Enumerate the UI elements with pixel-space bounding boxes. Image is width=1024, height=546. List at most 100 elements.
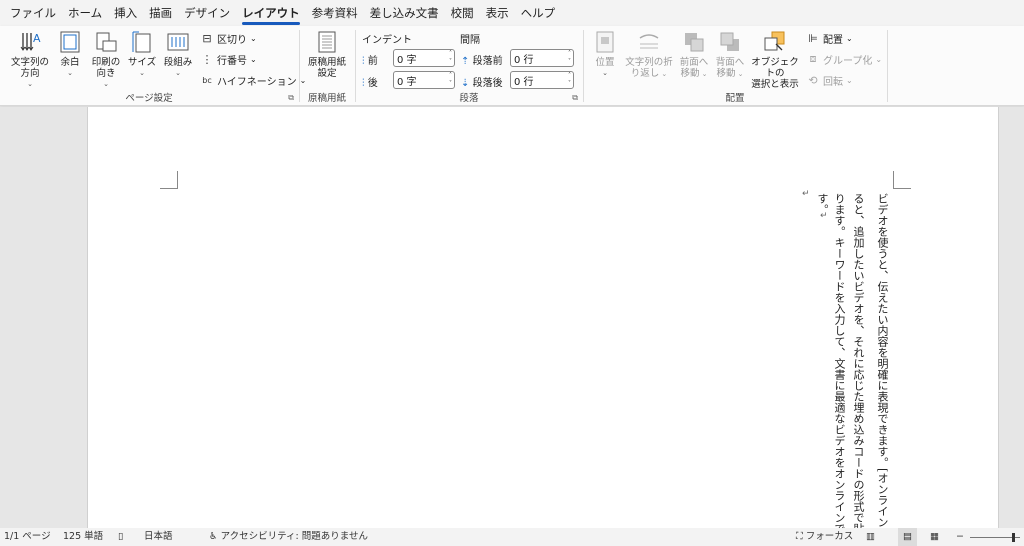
orientation-label-1: 印刷の <box>91 57 121 68</box>
align-label: 配置 <box>823 34 843 46</box>
chevron-down-icon: ⌄ <box>699 70 708 78</box>
orientation-label-2: 向き <box>96 68 116 79</box>
selection-pane-button[interactable]: オブジェクトの 選択と表示 <box>748 29 802 90</box>
spinner-arrows-icon[interactable]: ˄ ˅ <box>449 72 452 88</box>
chevron-down-icon: ⌄ <box>139 69 145 77</box>
word-count[interactable]: 125 単語 <box>63 528 103 546</box>
chevron-down-icon: ⌄ <box>875 54 883 64</box>
manuscript-icon <box>305 29 349 55</box>
paragraph-mark-icon: ↵ <box>820 211 828 221</box>
group-paragraph: インデント 間隔 ⫶ 前 0 字 ˄ ˅ ⫶ 後 0 字 ˄ ˅ ⇡ 段落前 0 行 ˄ ˅… <box>356 26 582 106</box>
status-bar: 1/1 ページ 125 単語 ▯ 日本語 ♿ アクセシビリティ: 問題ありません… <box>0 528 1024 546</box>
selection-pane-label-1: オブジェクトの <box>751 57 799 79</box>
tab-review[interactable]: 校閲 <box>445 0 480 26</box>
spacing-before-input[interactable]: 0 行 ˄ ˅ <box>510 49 574 67</box>
manuscript-settings-label-1: 原稿用紙 <box>307 57 346 68</box>
tab-view[interactable]: 表示 <box>480 0 515 26</box>
text-direction-button[interactable]: A 文字列の 方向 ⌄ <box>8 29 52 89</box>
tab-design[interactable]: デザイン <box>178 0 236 26</box>
hyphenation-button[interactable]: bc ハイフネーション ⌄ <box>200 71 306 89</box>
chevron-down-icon: ⌄ <box>846 75 853 85</box>
text-line[interactable]: ビデオを使うと、伝えたい内容を明確に表現できます。[オンラインビ <box>872 193 892 528</box>
focus-label: フォーカス <box>805 531 854 542</box>
document-canvas[interactable]: ビデオを使うと、伝えたい内容を明確に表現できます。[オンラインビ ると、追加した… <box>0 107 1024 528</box>
line-numbers-button[interactable]: ⋮ 行番号 ⌄ <box>200 50 257 68</box>
indent-after-label: ⫶ 後 <box>362 74 378 89</box>
margins-button[interactable]: 余白 ⌄ <box>54 29 86 89</box>
page-count[interactable]: 1/1 ページ <box>4 528 51 546</box>
manuscript-settings-button[interactable]: 原稿用紙 設定 <box>305 29 349 89</box>
spinner-arrows-icon[interactable]: ˄ ˅ <box>568 72 571 88</box>
bring-forward-icon <box>676 29 712 55</box>
position-button[interactable]: 位置 ⌄ <box>588 29 622 89</box>
size-button[interactable]: サイズ ⌄ <box>126 29 158 89</box>
margin-corner-top-right <box>893 171 911 189</box>
columns-label: 段組み <box>163 57 193 68</box>
focus-button[interactable]: ⛶ フォーカス <box>796 528 853 546</box>
send-backward-icon <box>712 29 748 55</box>
wrap-text-icon <box>624 29 674 55</box>
line-numbers-icon: ⋮ <box>201 52 213 66</box>
dialog-launcher-icon[interactable]: ⧉ <box>288 93 294 103</box>
dialog-launcher-icon[interactable]: ⧉ <box>572 93 578 103</box>
zoom-out-icon[interactable]: − <box>956 528 964 546</box>
accessibility-status[interactable]: ♿ アクセシビリティ: 問題ありません <box>209 528 368 546</box>
spacing-before-value: 0 行 <box>514 54 534 66</box>
tab-draw[interactable]: 描画 <box>143 0 178 26</box>
indent-left-icon: ⫶ <box>362 56 365 67</box>
group-button[interactable]: ⧈ グループ化 ⌄ <box>806 50 883 68</box>
chevron-down-icon: ⌄ <box>250 33 257 43</box>
document-page[interactable]: ビデオを使うと、伝えたい内容を明確に表現できます。[オンラインビ ると、追加した… <box>87 107 999 528</box>
tab-home[interactable]: ホーム <box>62 0 108 26</box>
group-label: グループ化 <box>823 55 873 67</box>
spacing-after-input[interactable]: 0 行 ˄ ˅ <box>510 71 574 89</box>
group-arrange: 位置 ⌄ 文字列の折 り返し ⌄ 前面へ 移動 ⌄ 背面へ 移動 ⌄ オブジェク… <box>584 26 886 106</box>
text-line[interactable]: す。 <box>812 193 832 528</box>
accessibility-text: アクセシビリティ: 問題ありません <box>220 531 368 542</box>
indent-before-text: 前 <box>367 56 378 67</box>
ribbon: A 文字列の 方向 ⌄ 余白 ⌄ 印刷の 向き ⌄ サイズ ⌄ 段組み ⌄ ⊟ … <box>0 26 1024 106</box>
position-label: 位置 <box>595 57 615 68</box>
breaks-button[interactable]: ⊟ 区切り ⌄ <box>200 29 257 47</box>
text-line[interactable]: ります。キーワードを入力して、文書に最適なビデオをオンラインで <box>829 193 849 528</box>
chevron-down-icon: ⌄ <box>175 69 181 77</box>
language-indicator[interactable]: 日本語 <box>144 528 173 546</box>
rotate-button[interactable]: ⟲ 回転 ⌄ <box>806 71 853 89</box>
bring-forward-label-1: 前面へ <box>679 57 709 68</box>
send-backward-button[interactable]: 背面へ 移動 ⌄ <box>712 29 748 89</box>
tab-file[interactable]: ファイル <box>4 0 62 26</box>
tab-mailings[interactable]: 差し込み文書 <box>364 0 445 26</box>
indent-after-input[interactable]: 0 字 ˄ ˅ <box>393 71 455 89</box>
web-layout-icon[interactable]: ▦ <box>930 528 939 546</box>
accessibility-icon: ♿ <box>209 531 218 542</box>
tab-help[interactable]: ヘルプ <box>515 0 562 26</box>
zoom-slider-thumb[interactable] <box>1012 533 1015 542</box>
read-mode-icon[interactable]: ▥ <box>866 528 875 546</box>
align-button[interactable]: ⊫ 配置 ⌄ <box>806 29 853 47</box>
wrap-text-label-1: 文字列の折 <box>625 57 673 68</box>
spacing-before-text: 段落前 <box>472 56 503 67</box>
orientation-button[interactable]: 印刷の 向き ⌄ <box>88 29 124 89</box>
columns-button[interactable]: 段組み ⌄ <box>160 29 196 89</box>
spacing-after-label: ⇣ 段落後 <box>461 74 503 89</box>
print-layout-icon[interactable]: ▤ <box>898 528 917 546</box>
indent-before-input[interactable]: 0 字 ˄ ˅ <box>393 49 455 67</box>
page-setup-group-label: ページ設定 <box>125 93 173 104</box>
chevron-down-icon: ⌄ <box>27 80 33 88</box>
wrap-text-button[interactable]: 文字列の折 り返し ⌄ <box>624 29 674 89</box>
proofing-icon[interactable]: ▯ <box>118 528 123 546</box>
tab-insert[interactable]: 挿入 <box>108 0 143 26</box>
manuscript-settings-label-2: 設定 <box>317 68 337 79</box>
indent-before-value: 0 字 <box>397 54 417 66</box>
bring-forward-button[interactable]: 前面へ 移動 ⌄ <box>676 29 712 89</box>
rotate-icon: ⟲ <box>808 73 818 87</box>
text-line[interactable]: ると、追加したいビデオを、それに応じた埋め込みコードの形式で貼 <box>848 193 868 528</box>
spacing-after-text: 段落後 <box>472 78 503 89</box>
spinner-arrows-icon[interactable]: ˄ ˅ <box>568 50 571 66</box>
spacing-heading: 間隔 <box>460 35 480 46</box>
tab-layout[interactable]: レイアウト <box>236 0 306 26</box>
spinner-arrows-icon[interactable]: ˄ ˅ <box>449 50 452 66</box>
svg-text:A: A <box>33 32 41 45</box>
tab-references[interactable]: 参考資料 <box>306 0 364 26</box>
breaks-label: 区切り <box>217 34 247 46</box>
